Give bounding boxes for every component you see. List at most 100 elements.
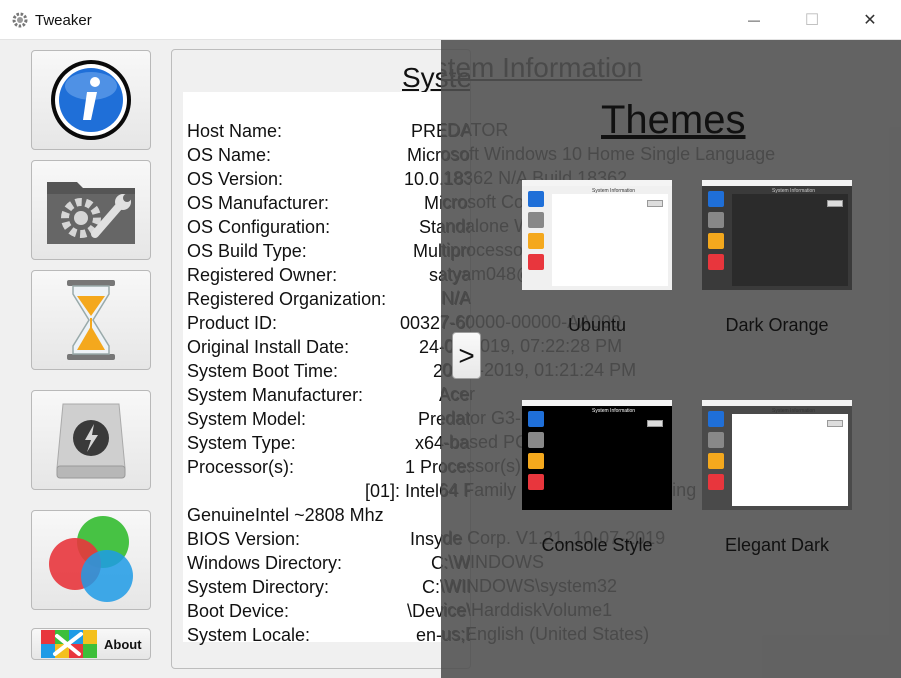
preview-titlebar xyxy=(702,400,852,406)
info-row: OS Configuration:Standalone Workstation xyxy=(187,217,470,238)
theme-label[interactable]: Ubuntu xyxy=(497,315,697,336)
preview-icon xyxy=(528,233,544,249)
info-value-shadow: PREDATOR xyxy=(441,120,509,140)
tools-icon xyxy=(41,630,97,658)
preview-icon xyxy=(708,474,724,490)
system-info-button[interactable] xyxy=(31,50,151,150)
preview-content: System Information xyxy=(552,408,668,506)
preview-icon xyxy=(528,453,544,469)
info-row: OS Name:Microsoft Windows 10 Home Single… xyxy=(187,145,470,166)
info-row: System Directory:C:\WINDOWS\system32 xyxy=(187,577,470,598)
preview-sidebar xyxy=(704,408,728,495)
minimize-icon: — xyxy=(748,13,760,27)
preview-button xyxy=(647,200,663,207)
info-icon xyxy=(51,60,131,140)
window-title: Tweaker xyxy=(35,12,92,29)
theme-preview-3[interactable]: System Information xyxy=(702,400,852,510)
info-label: System Model: xyxy=(187,409,307,429)
preview-icon xyxy=(708,233,724,249)
preview-icon xyxy=(528,191,544,207)
info-row: OS Manufacturer:Microsoft Corporation xyxy=(187,193,470,214)
themes-button[interactable] xyxy=(31,510,151,610)
preview-sidebar xyxy=(704,188,728,275)
info-row: BIOS Version:Insyde Corp. V1.21, 10-07-2… xyxy=(187,529,470,550)
preview-titlebar xyxy=(702,180,852,186)
info-label: OS Configuration: xyxy=(187,217,331,237)
next-label: > xyxy=(458,339,475,371)
theme-preview-0[interactable]: System Information xyxy=(522,180,672,290)
preview-title: System Information xyxy=(592,188,636,194)
about-label: About xyxy=(104,637,142,652)
preview-icon xyxy=(528,411,544,427)
preview-icon xyxy=(708,212,724,228)
preview-content: System Information xyxy=(732,408,848,506)
info-row: System Locale:en-us;English (United Stat… xyxy=(187,625,470,646)
theme-label[interactable]: Elegant Dark xyxy=(677,535,877,556)
drive-icon xyxy=(56,403,126,479)
info-row: Boot Device:\Device\HarddiskVolume1 xyxy=(187,601,470,622)
info-label: Windows Directory: xyxy=(187,553,343,573)
info-label: System Type: xyxy=(187,433,296,453)
info-label: Product ID: xyxy=(187,313,278,333)
preview-titlebar xyxy=(522,400,672,406)
preview-title: System Information xyxy=(772,408,816,414)
preview-sidebar xyxy=(524,188,548,275)
theme-label[interactable]: Dark Orange xyxy=(677,315,877,336)
system-info-panel: System Information Host Name:PREDATOROS … xyxy=(171,49,471,669)
preview-icon xyxy=(528,474,544,490)
hourglass-button[interactable] xyxy=(31,270,151,370)
tweaks-button[interactable] xyxy=(31,160,151,260)
minimize-button[interactable]: — xyxy=(731,0,777,40)
info-row: System Model:Predator G3-571 xyxy=(187,409,470,430)
preview-icon xyxy=(708,411,724,427)
info-value-shadow: Acer xyxy=(441,384,476,404)
theme-preview-1[interactable]: System Information xyxy=(702,180,852,290)
info-label: System Manufacturer: xyxy=(187,385,364,405)
info-label: BIOS Version: xyxy=(187,529,301,549)
preview-title: System Information xyxy=(772,188,816,194)
preview-icon xyxy=(528,212,544,228)
info-row: System Manufacturer:Acer xyxy=(187,385,470,406)
themes-overlay: PREDATOR Microsoft Windows 10 Home Single… xyxy=(441,40,901,678)
close-button[interactable]: ✕ xyxy=(847,0,893,40)
info-value-shadow: en-us;English (United States) xyxy=(441,624,650,644)
preview-icon xyxy=(708,432,724,448)
maximize-button[interactable]: ☐ xyxy=(789,0,835,40)
info-label: System Boot Time: xyxy=(187,361,339,381)
info-value-shadow: \Device\HarddiskVolume1 xyxy=(441,600,613,620)
system-info-title-shadow: System Information xyxy=(441,52,643,83)
info-value-shadow: N/A xyxy=(441,288,472,308)
preview-icon xyxy=(528,254,544,270)
info-row: Registered Owner:satyam048@outlook.com xyxy=(187,265,470,286)
info-label: Processor(s): xyxy=(187,457,295,477)
themes-title: Themes xyxy=(601,98,746,142)
info-label: System Locale: xyxy=(187,625,311,645)
next-button[interactable]: > xyxy=(452,332,481,379)
info-label: OS Manufacturer: xyxy=(187,193,330,213)
theme-preview-2[interactable]: System Information xyxy=(522,400,672,510)
close-icon: ✕ xyxy=(863,12,877,29)
title-bar: Tweaker — ☐ ✕ xyxy=(0,0,901,40)
drive-button[interactable] xyxy=(31,390,151,490)
info-value-shadow: x64-based PC xyxy=(441,432,529,452)
info-row: Windows Directory:C:\WINDOWS xyxy=(187,553,470,574)
info-label: Original Install Date: xyxy=(187,337,350,357)
info-row: Product ID:00327-60000-00000-AA000 xyxy=(187,313,470,334)
preview-content: System Information xyxy=(552,188,668,286)
info-row: Registered Organization: N/A xyxy=(187,289,470,310)
preview-title: System Information xyxy=(592,408,636,414)
info-row: Original Install Date:24-05-2019, 07:22:… xyxy=(187,337,470,358)
hourglass-icon xyxy=(67,280,115,360)
color-circles-icon xyxy=(49,516,133,602)
info-label: Registered Organization: xyxy=(187,289,387,309)
info-row: Host Name:PREDATOR xyxy=(187,121,470,142)
preview-icon xyxy=(708,191,724,207)
info-row: System Type:x64-based PC xyxy=(187,433,470,454)
info-row: OS Build Type:Multiprocessor Free xyxy=(187,241,470,262)
info-label: GenuineIntel ~2808 Mhz xyxy=(187,505,384,525)
about-button[interactable]: About xyxy=(31,628,151,660)
preview-button xyxy=(647,420,663,427)
info-row: GenuineIntel ~2808 Mhz xyxy=(187,505,384,526)
info-label: System Directory: xyxy=(187,577,330,597)
theme-label[interactable]: Console Style xyxy=(497,535,697,556)
